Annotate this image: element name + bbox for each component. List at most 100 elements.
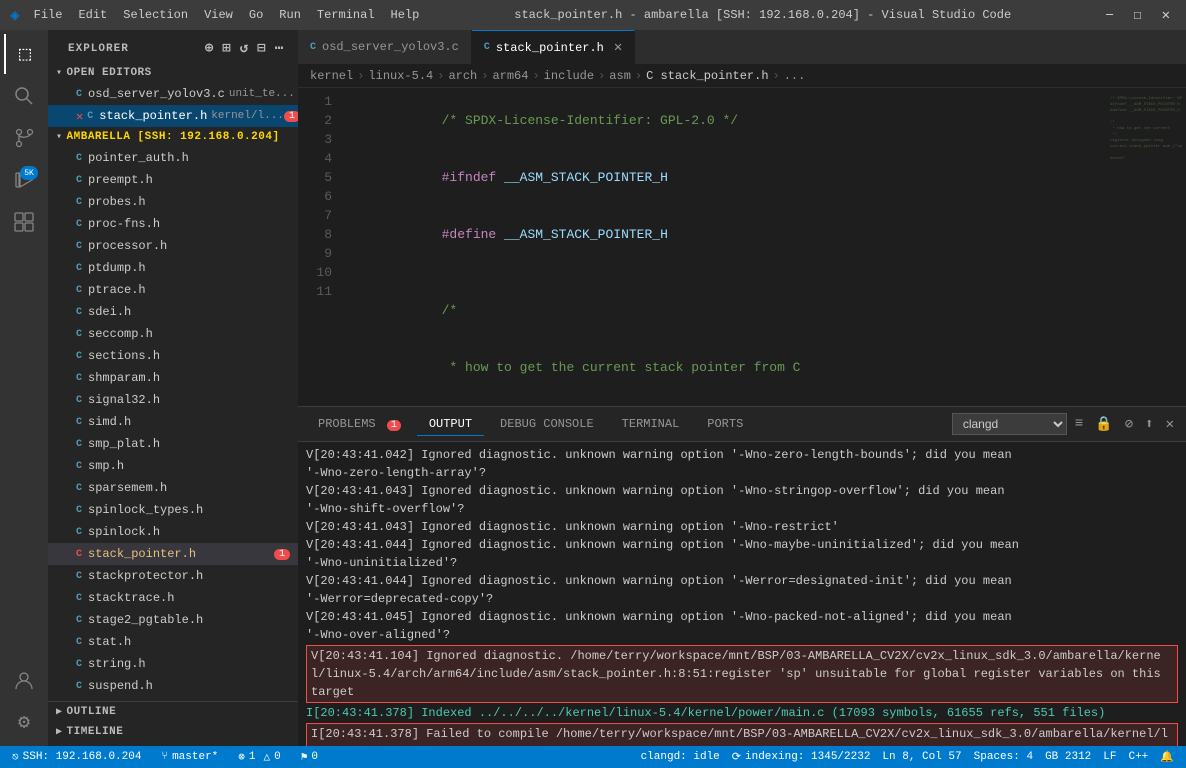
list-item[interactable]: C stat.h (48, 631, 298, 653)
list-item[interactable]: C ptrace.h (48, 279, 298, 301)
breadcrumb-linux[interactable]: linux-5.4 (368, 69, 433, 83)
list-item[interactable]: C stacktrace.h (48, 587, 298, 609)
breadcrumb-file[interactable]: C stack_pointer.h (646, 69, 768, 83)
menu-run[interactable]: Run (273, 6, 307, 24)
breadcrumb-arch[interactable]: arch (448, 69, 477, 83)
tab-close-icon[interactable]: ✕ (614, 39, 622, 56)
expand-panel-icon[interactable]: ⬆ (1141, 414, 1157, 435)
list-item[interactable]: C seccomp.h (48, 323, 298, 345)
code-line-2: #ifndef __ASM_STACK_POINTER_H (348, 149, 1086, 206)
list-item[interactable]: C signal32.h (48, 389, 298, 411)
close-icon[interactable]: ✕ (76, 109, 83, 124)
errors-warnings-status[interactable]: ⊗ 1 △ 0 (234, 746, 284, 768)
list-item[interactable]: C spinlock_types.h (48, 499, 298, 521)
list-item[interactable]: C shmparam.h (48, 367, 298, 389)
window-controls: ⎯ ☐ ✕ (1100, 5, 1176, 26)
sidebar-header-icons: ⊕ ⊞ ↺ ⊟ ⋯ (203, 38, 286, 59)
list-item[interactable]: C ptdump.h (48, 257, 298, 279)
list-view-icon[interactable]: ≡ (1071, 414, 1087, 434)
more-actions-icon[interactable]: ⋯ (273, 38, 286, 59)
maximize-button[interactable]: ☐ (1127, 5, 1147, 26)
list-item[interactable]: C stage2_pgtable.h (48, 609, 298, 631)
list-item[interactable]: C smp_plat.h (48, 433, 298, 455)
tab-problems[interactable]: PROBLEMS 1 (306, 413, 413, 436)
clangd-status[interactable]: clangd: idle (637, 746, 724, 768)
panel-content[interactable]: V[20:43:41.042] Ignored diagnostic. unkn… (298, 442, 1186, 746)
close-panel-icon[interactable]: ✕ (1162, 414, 1178, 435)
list-item[interactable]: C stackprotector.h (48, 565, 298, 587)
list-item[interactable]: C suspend.h (48, 675, 298, 697)
tab-debug-console[interactable]: DEBUG CONSOLE (488, 413, 606, 436)
timeline-section[interactable]: ▶ TIMELINE (48, 722, 298, 742)
list-item[interactable]: C smp.h (48, 455, 298, 477)
explorer-icon[interactable]: ⬚ (4, 34, 44, 74)
minimize-button[interactable]: ⎯ (1100, 5, 1119, 26)
tab-stack[interactable]: C stack_pointer.h ✕ (472, 30, 635, 64)
menu-file[interactable]: File (28, 6, 69, 24)
outline-section[interactable]: ▶ OUTLINE (48, 702, 298, 722)
collapse-icon[interactable]: ⊟ (255, 38, 268, 59)
breadcrumb-asm[interactable]: asm (609, 69, 631, 83)
tab-terminal[interactable]: TERMINAL (610, 413, 692, 436)
server-section[interactable]: ▾ AMBARELLA [SSH: 192.168.0.204] (48, 127, 298, 147)
list-item[interactable]: C proc-fns.h (48, 213, 298, 235)
stack-pointer-file-item[interactable]: C stack_pointer.h 1 (48, 543, 298, 565)
list-item[interactable]: C sdei.h (48, 301, 298, 323)
tab-ports[interactable]: PORTS (695, 413, 755, 436)
clear-output-icon[interactable]: ⊘ (1121, 414, 1137, 435)
info-status[interactable]: ⚑ 0 (297, 746, 322, 768)
list-item[interactable]: C preempt.h (48, 169, 298, 191)
lock-icon[interactable]: 🔒 (1091, 414, 1116, 435)
indexing-status[interactable]: ⟳ indexing: 1345/2232 (728, 746, 875, 768)
filename: simd.h (88, 415, 131, 429)
list-item[interactable]: C simd.h (48, 411, 298, 433)
new-folder-icon[interactable]: ⊞ (220, 38, 233, 59)
line-ending-status[interactable]: LF (1099, 746, 1120, 768)
ssh-status[interactable]: ⎋ SSH: 192.168.0.204 (8, 746, 145, 768)
run-debug-icon[interactable]: 5K (4, 160, 44, 200)
source-control-icon[interactable] (4, 118, 44, 158)
notifications-icon[interactable]: 🔔 (1156, 746, 1178, 768)
list-item[interactable]: C string.h (48, 653, 298, 675)
menu-view[interactable]: View (198, 6, 239, 24)
language-mode-status[interactable]: C++ (1124, 746, 1152, 768)
menu-help[interactable]: Help (385, 6, 426, 24)
menu-terminal[interactable]: Terminal (311, 6, 381, 24)
open-file-osd[interactable]: C osd_server_yolov3.c unit_te... (48, 83, 298, 105)
indent-status[interactable]: Spaces: 4 (970, 746, 1037, 768)
account-icon[interactable] (4, 660, 44, 700)
extensions-icon[interactable] (4, 202, 44, 242)
encoding-status[interactable]: GB 2312 (1041, 746, 1095, 768)
list-item[interactable]: C spinlock.h (48, 521, 298, 543)
menu-edit[interactable]: Edit (72, 6, 113, 24)
breadcrumb-arm64[interactable]: arm64 (492, 69, 528, 83)
code-editor[interactable]: 1 2 3 4 5 6 7 8 9 10 11 /* SPDX-License-… (298, 88, 1186, 406)
breadcrumb-kernel[interactable]: kernel (310, 69, 353, 83)
search-icon[interactable] (4, 76, 44, 116)
list-item[interactable]: C pointer_auth.h (48, 147, 298, 169)
list-item[interactable]: C probes.h (48, 191, 298, 213)
open-editors-arrow: ▾ (56, 67, 63, 79)
breadcrumb-more[interactable]: ... (784, 69, 806, 83)
c-icon: C (76, 593, 82, 604)
list-item[interactable]: C processor.h (48, 235, 298, 257)
menu-selection[interactable]: Selection (117, 6, 194, 24)
cursor-position[interactable]: Ln 8, Col 57 (878, 746, 965, 768)
output-source-dropdown[interactable]: clangd Git Extension Host (952, 413, 1067, 435)
list-item[interactable]: C sections.h (48, 345, 298, 367)
code-line-1: /* SPDX-License-Identifier: GPL-2.0 */ (348, 92, 1086, 149)
close-button[interactable]: ✕ (1156, 5, 1176, 26)
tab-osd[interactable]: C osd_server_yolov3.c (298, 30, 472, 64)
open-editors-section[interactable]: ▾ OPEN EDITORS (48, 63, 298, 83)
new-file-icon[interactable]: ⊕ (203, 38, 216, 59)
comment-start: /* (442, 303, 458, 318)
breadcrumb-include[interactable]: include (544, 69, 594, 83)
tab-output[interactable]: OUTPUT (417, 413, 484, 436)
open-file-stack[interactable]: ✕ C stack_pointer.h kernel/l... 1 (48, 105, 298, 127)
c-icon: C (76, 505, 82, 516)
settings-icon[interactable]: ⚙ (4, 702, 44, 742)
menu-go[interactable]: Go (243, 6, 269, 24)
git-branch-status[interactable]: ⑂ master* (157, 746, 222, 768)
refresh-icon[interactable]: ↺ (238, 38, 251, 59)
list-item[interactable]: C sparsemem.h (48, 477, 298, 499)
